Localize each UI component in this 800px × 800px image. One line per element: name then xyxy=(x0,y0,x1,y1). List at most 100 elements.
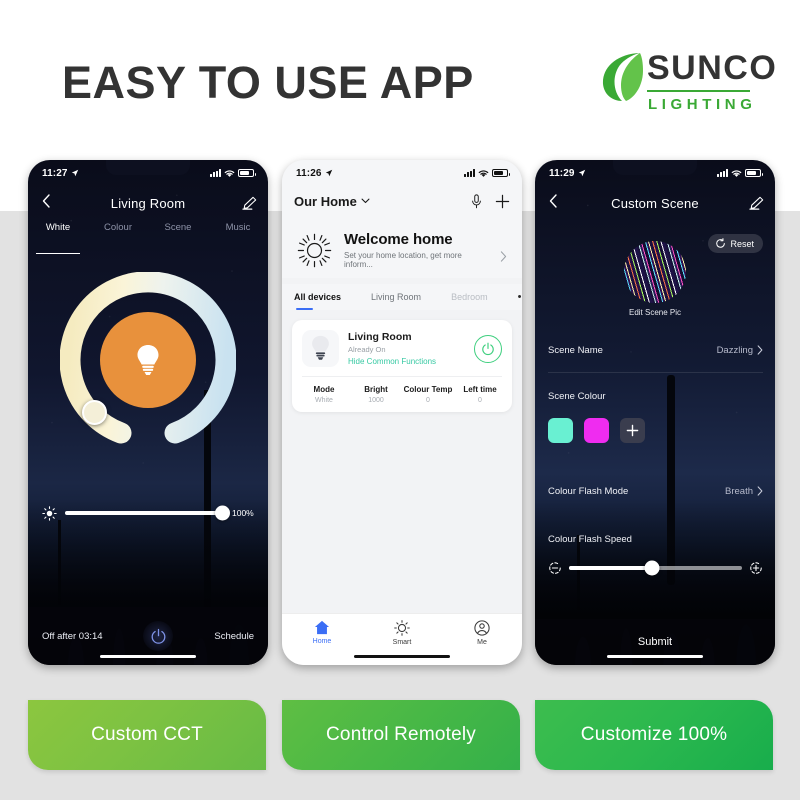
battery-icon xyxy=(492,169,510,177)
sun-icon xyxy=(394,620,410,636)
battery-icon xyxy=(745,169,763,177)
nav-label: Smart xyxy=(392,639,412,646)
device-card[interactable]: Living Room Already On Hide Common Funct… xyxy=(292,320,512,412)
brightness-icon xyxy=(42,505,57,521)
fast-speed-icon xyxy=(750,562,762,574)
flash-speed-slider[interactable] xyxy=(548,558,763,578)
nav-item-home[interactable]: Home xyxy=(282,620,362,645)
phone-notch xyxy=(613,160,697,175)
brightness-slider[interactable]: 100% xyxy=(42,500,258,526)
pencil-icon xyxy=(749,196,764,210)
nav-title: Custom Scene xyxy=(611,195,699,211)
edit-button[interactable] xyxy=(232,196,268,210)
colour-swatches[interactable] xyxy=(548,418,645,443)
row-scene-name[interactable]: Scene Name Dazzling xyxy=(548,341,763,359)
chevron-right-icon xyxy=(757,486,763,496)
cct-dial-thumb[interactable] xyxy=(82,400,107,425)
colour-swatch-2[interactable] xyxy=(584,418,609,443)
brand-name: SUNCO xyxy=(647,49,778,87)
microphone-icon[interactable] xyxy=(471,193,482,209)
stat-colour-temp: Colour Temp 0 xyxy=(402,385,454,404)
phone-notch xyxy=(360,160,444,175)
slow-speed-icon xyxy=(549,562,561,574)
room-tabs[interactable]: All devices Living Room Bedroom ••• xyxy=(282,284,522,310)
plus-icon[interactable] xyxy=(495,194,510,209)
tab-music[interactable]: Music xyxy=(208,222,268,248)
home-selector[interactable]: Our Home xyxy=(294,194,370,209)
device-stats: Mode White Bright 1000 Colour Temp 0 Lef… xyxy=(292,377,512,404)
wifi-icon xyxy=(731,169,742,177)
welcome-subtitle: Set your home location, get more inform.… xyxy=(344,251,462,269)
nav-bar: Custom Scene xyxy=(535,186,775,220)
timer-label[interactable]: Off after 03:14 xyxy=(42,631,103,642)
submit-button[interactable]: Submit xyxy=(535,619,775,665)
wifi-icon xyxy=(224,169,235,177)
nav-item-me[interactable]: Me xyxy=(442,620,522,646)
mode-tabs[interactable]: White Colour Scene Music xyxy=(28,222,268,248)
brightness-knob[interactable] xyxy=(215,505,230,521)
chevron-right-icon xyxy=(757,345,763,355)
scene-colour-key: Scene Colour xyxy=(548,390,606,402)
home-icon xyxy=(314,620,330,635)
home-name: Our Home xyxy=(294,193,357,209)
chevron-left-icon xyxy=(42,194,50,208)
status-time: 11:27 xyxy=(42,167,68,179)
nav-item-smart[interactable]: Smart xyxy=(362,620,442,646)
caption-customize-100[interactable]: Customize 100% xyxy=(535,700,773,770)
power-button[interactable] xyxy=(143,621,174,651)
tab-bedroom[interactable]: Bedroom xyxy=(451,292,488,302)
tab-scene[interactable]: Scene xyxy=(148,222,208,248)
brightness-track[interactable] xyxy=(65,505,230,521)
location-arrow-icon xyxy=(71,169,78,177)
colour-swatch-1[interactable] xyxy=(548,418,573,443)
device-name: Living Room xyxy=(348,331,412,343)
pencil-icon xyxy=(242,196,257,210)
cct-dial[interactable] xyxy=(59,271,237,448)
home-indicator xyxy=(354,654,450,658)
row-scene-colour: Scene Colour xyxy=(548,387,763,405)
cellular-bars-icon xyxy=(717,169,728,177)
device-power-button[interactable] xyxy=(474,334,502,363)
chevron-right-icon xyxy=(500,251,507,262)
scene-picture[interactable] xyxy=(624,241,686,303)
flash-mode-value: Breath xyxy=(725,485,753,497)
caption-custom-cct[interactable]: Custom CCT xyxy=(28,700,266,770)
tab-white[interactable]: White xyxy=(28,222,88,248)
caption-control-remotely[interactable]: Control Remotely xyxy=(282,700,520,770)
reset-button[interactable]: Reset xyxy=(708,234,763,253)
reset-label: Reset xyxy=(730,238,754,249)
schedule-label[interactable]: Schedule xyxy=(214,631,254,642)
tab-colour[interactable]: Colour xyxy=(88,222,148,248)
welcome-banner[interactable]: Welcome home Set your home location, get… xyxy=(282,222,522,278)
row-flash-mode[interactable]: Colour Flash Mode Breath xyxy=(548,482,763,500)
edit-scene-pic-label[interactable]: Edit Scene Pic xyxy=(535,308,775,317)
hide-common-functions-link[interactable]: Hide Common Functions xyxy=(348,357,436,366)
stat-left-time: Left time 0 xyxy=(454,385,506,404)
flash-speed-knob[interactable] xyxy=(644,560,660,576)
add-colour-button[interactable] xyxy=(620,418,645,443)
back-button[interactable] xyxy=(28,193,64,213)
cellular-bars-icon xyxy=(210,169,221,177)
flash-speed-track[interactable] xyxy=(569,560,742,576)
ellipsis-icon[interactable]: ••• xyxy=(518,292,522,303)
phone-notch xyxy=(106,160,190,175)
status-time: 11:29 xyxy=(549,167,575,179)
back-button[interactable] xyxy=(535,193,571,213)
person-icon xyxy=(474,620,490,636)
chevron-left-icon xyxy=(549,194,557,208)
caption-row: Custom CCT Control Remotely Customize 10… xyxy=(28,700,773,770)
tab-all-devices[interactable]: All devices xyxy=(294,292,341,310)
home-indicator xyxy=(607,654,703,658)
edit-button[interactable] xyxy=(739,196,775,210)
nav-label: Me xyxy=(477,639,487,646)
power-icon xyxy=(482,342,494,355)
section-divider xyxy=(548,372,763,373)
stat-key: Colour Temp xyxy=(403,385,453,394)
submit-label: Submit xyxy=(637,636,673,648)
nav-bar: Living Room xyxy=(28,186,268,220)
location-arrow-icon xyxy=(578,169,585,177)
tab-living-room[interactable]: Living Room xyxy=(371,292,421,302)
home-indicator xyxy=(100,654,196,658)
stat-key: Left time xyxy=(463,385,497,394)
nav-title: Living Room xyxy=(110,195,186,211)
